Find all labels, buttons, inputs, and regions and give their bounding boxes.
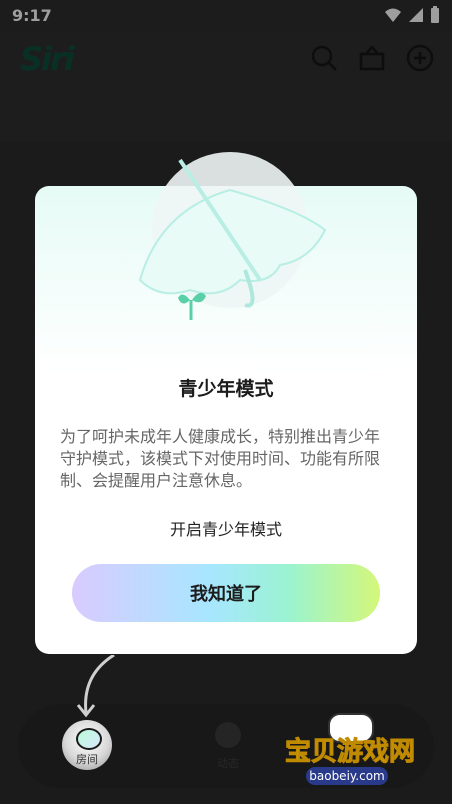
umbrella-illustration [138,152,327,320]
pointer-arrow-icon [76,655,115,718]
room-icon [76,728,102,750]
acknowledge-button[interactable]: 我知道了 [72,564,380,622]
watermark: 宝贝游戏网 baobeiy.com [276,713,436,793]
nav-room-label: 房间 [76,753,98,766]
dialog-description: 为了呵护未成年人健康成长，特别推出青少年守护模式，该模式下对使用时间、功能有所限… [60,427,381,490]
watermark-text: 宝贝游戏网 [284,737,415,768]
enable-teen-mode-link[interactable]: 开启青少年模式 [35,516,417,540]
nav-item-room[interactable]: 房间 [62,720,112,770]
watermark-domain: baobeiy.com [306,767,388,785]
dialog-title: 青少年模式 [178,378,274,400]
